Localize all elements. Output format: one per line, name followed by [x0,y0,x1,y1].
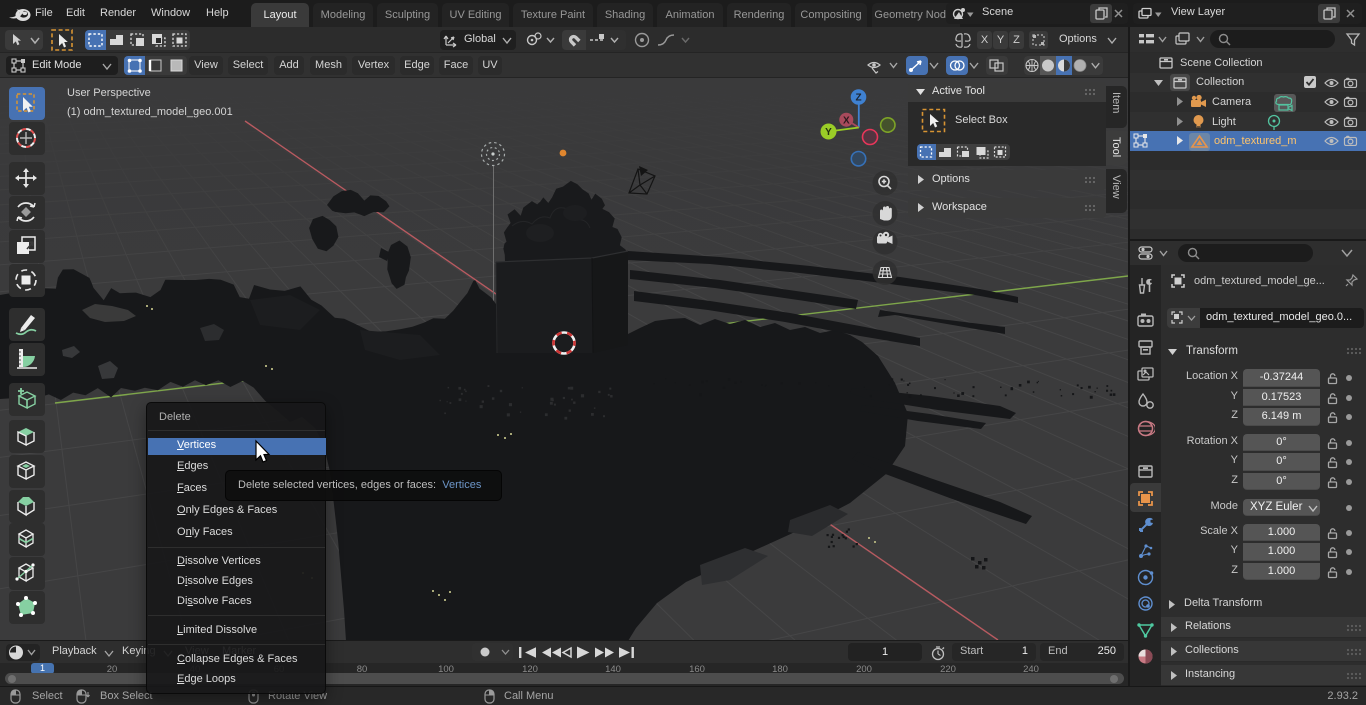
svg-text:Z: Z [855,93,861,104]
svg-text:Y: Y [825,127,832,138]
svg-text:X: X [843,115,850,126]
